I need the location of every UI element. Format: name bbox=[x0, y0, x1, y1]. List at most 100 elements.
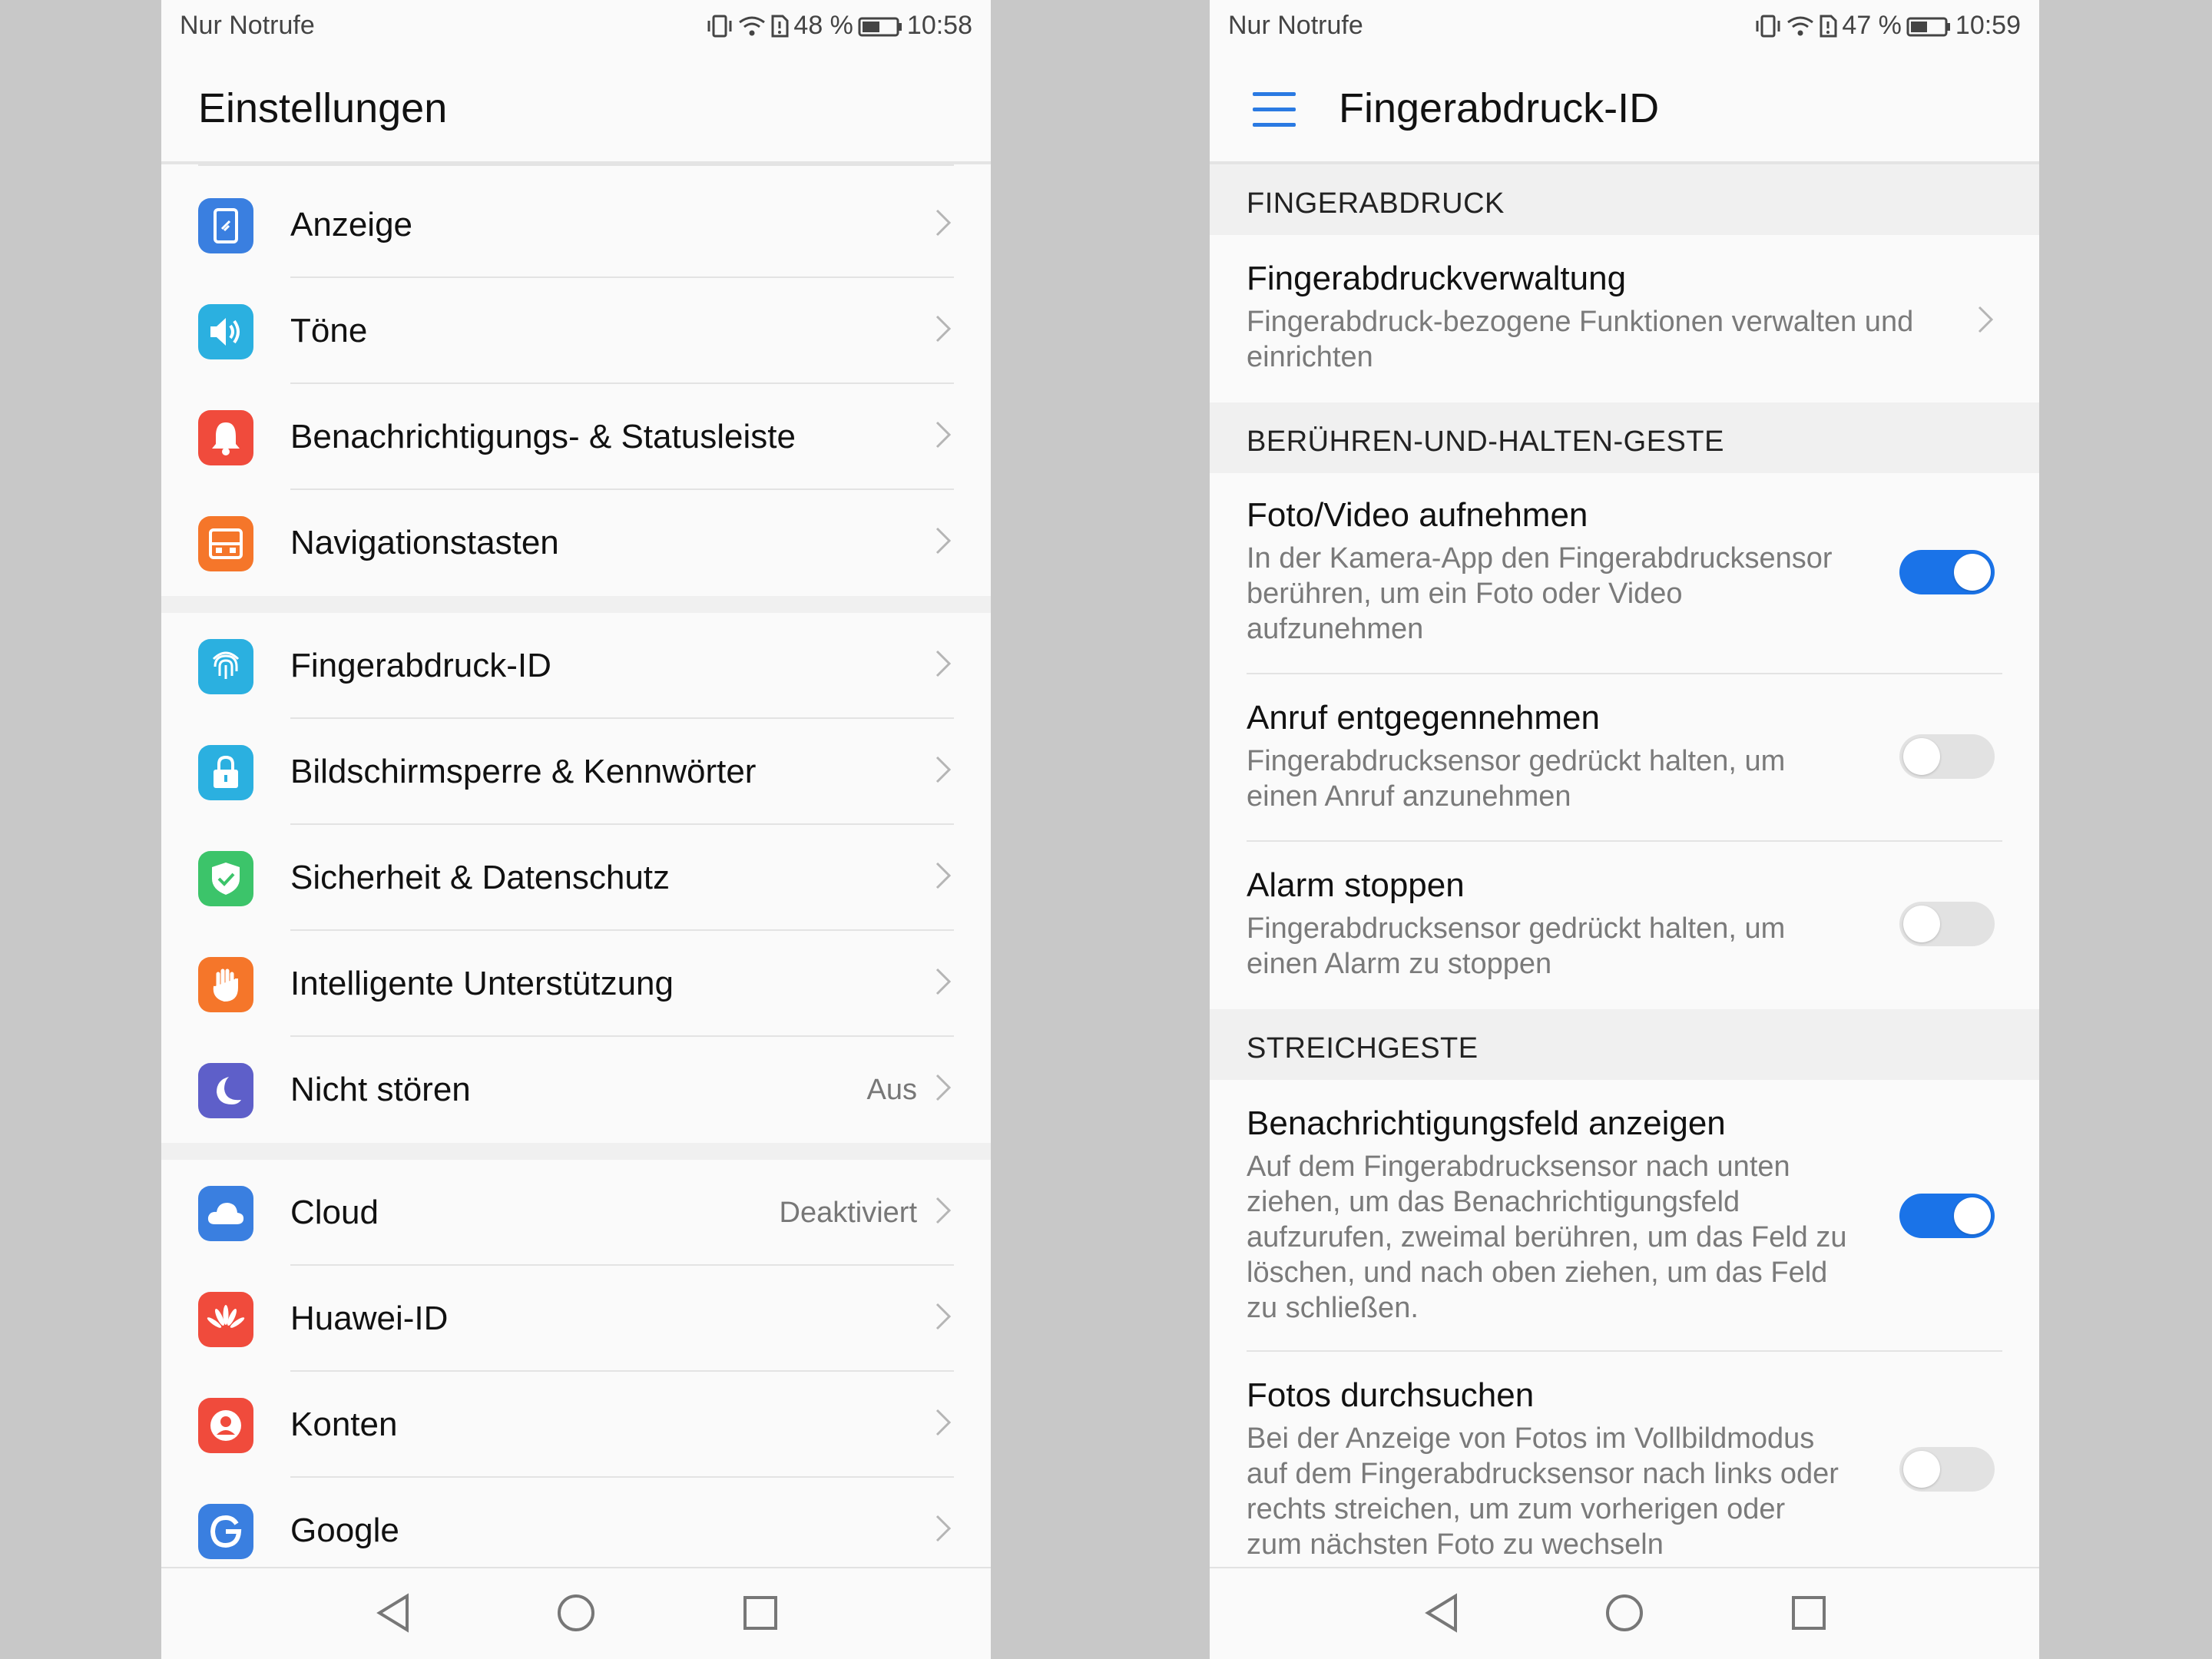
settings-row-unterstuetzung[interactable]: Intelligente Unterstützung bbox=[161, 931, 991, 1037]
chevron-right-icon bbox=[935, 756, 952, 783]
settings-row-fingerabdruck[interactable]: Fingerabdruck-ID bbox=[161, 613, 991, 719]
row-label: Cloud bbox=[290, 1194, 379, 1231]
item-fingerabdruckverwaltung[interactable]: Fingerabdruckverwaltung Fingerabdruck-be… bbox=[1210, 235, 2039, 402]
settings-group: Fingerabdruck-ID Bildschirmsperre & Kenn… bbox=[161, 613, 991, 1143]
clock-text: 10:59 bbox=[1955, 11, 2021, 40]
chevron-right-icon bbox=[935, 862, 952, 889]
item-description: berühren, um ein Foto oder Video bbox=[1247, 578, 1683, 610]
battery-icon bbox=[1906, 17, 1950, 36]
wifi-icon bbox=[1787, 16, 1814, 35]
chevron-right-icon bbox=[935, 1409, 952, 1436]
item-benachrichtigungsfeld[interactable]: Benachrichtigungsfeld anzeigen Auf dem F… bbox=[1210, 1080, 2039, 1352]
carrier-text: Nur Notrufe bbox=[1228, 11, 1363, 40]
menu-icon[interactable] bbox=[1253, 92, 1296, 127]
item-description: aufzurufen, zweimal berühren, um das Fel… bbox=[1247, 1221, 1847, 1253]
settings-list[interactable]: Anzeige Töne Benachrichtigungs- & Status… bbox=[161, 164, 991, 1584]
home-icon[interactable] bbox=[555, 1591, 598, 1634]
app-header: Fingerabdruck-ID bbox=[1210, 54, 2039, 164]
item-description: löschen, und nach oben ziehen, um das Fe… bbox=[1247, 1257, 1828, 1289]
display-icon bbox=[198, 198, 253, 253]
item-description: Fingerabdrucksensor gedrückt halten, um bbox=[1247, 745, 1786, 777]
section-header: FINGERABDRUCK bbox=[1210, 164, 2039, 235]
item-title: Anruf entgegennehmen bbox=[1247, 699, 1600, 737]
battery-icon bbox=[858, 17, 902, 36]
settings-row-konten[interactable]: Konten bbox=[161, 1372, 991, 1478]
hand-icon bbox=[198, 957, 253, 1012]
sim-alert-icon bbox=[1820, 15, 1837, 37]
toggle-knob bbox=[1954, 1197, 1991, 1234]
row-value: Aus bbox=[866, 1074, 917, 1106]
shield-icon bbox=[198, 851, 253, 906]
row-label: Sicherheit & Datenschutz bbox=[290, 859, 671, 896]
row-label: Fingerabdruck-ID bbox=[290, 647, 551, 684]
row-label: Nicht stören bbox=[290, 1071, 471, 1108]
item-anruf[interactable]: Anruf entgegennehmen Fingerabdrucksensor… bbox=[1210, 674, 2039, 842]
battery-percent: 48 % bbox=[793, 11, 853, 40]
item-title: Fingerabdruckverwaltung bbox=[1247, 260, 1627, 297]
account-icon bbox=[198, 1398, 253, 1453]
huawei-icon bbox=[198, 1292, 253, 1347]
item-description: Fingerabdrucksensor gedrückt halten, um bbox=[1247, 912, 1786, 945]
settings-group bbox=[198, 164, 954, 172]
section-header-text: STREICHGESTE bbox=[1247, 1032, 1479, 1065]
foto-video-toggle[interactable] bbox=[1899, 550, 1995, 594]
chevron-right-icon bbox=[935, 421, 952, 449]
settings-row-toene[interactable]: Töne bbox=[161, 278, 991, 384]
item-description: auf dem Fingerabdrucksensor nach links o… bbox=[1247, 1458, 1839, 1490]
fingerprint-settings-list[interactable]: FINGERABDRUCK Fingerabdruckverwaltung Fi… bbox=[1210, 164, 2039, 1567]
item-description: ziehen, um das Benachrichtigungsfeld bbox=[1247, 1186, 1740, 1218]
settings-row-sicherheit[interactable]: Sicherheit & Datenschutz bbox=[161, 825, 991, 931]
item-description: Auf dem Fingerabdrucksensor nach unten bbox=[1247, 1151, 1790, 1183]
navigation-bar bbox=[161, 1567, 991, 1659]
section-header-text: FINGERABDRUCK bbox=[1247, 187, 1505, 220]
carrier-text: Nur Notrufe bbox=[180, 11, 315, 40]
home-icon[interactable] bbox=[1603, 1591, 1646, 1634]
row-label: Huawei-ID bbox=[290, 1300, 449, 1337]
wifi-icon bbox=[739, 16, 766, 35]
row-label: Intelligente Unterstützung bbox=[290, 965, 674, 1002]
toggle-knob bbox=[1903, 738, 1940, 775]
back-icon[interactable] bbox=[373, 1591, 413, 1634]
vibrate-icon bbox=[707, 15, 732, 37]
row-label: Google bbox=[290, 1512, 399, 1549]
settings-row-anzeige[interactable]: Anzeige bbox=[161, 172, 991, 278]
settings-row-cloud[interactable]: Cloud Deaktiviert bbox=[161, 1160, 991, 1266]
item-description: Fingerabdruck-bezogene Funktionen verwal… bbox=[1247, 306, 1914, 338]
item-description: einrichten bbox=[1247, 341, 1373, 373]
section-header: STREICHGESTE bbox=[1210, 1009, 2039, 1080]
benachrichtigungsfeld-toggle[interactable] bbox=[1899, 1194, 1995, 1238]
settings-row-nicht-stoeren[interactable]: Nicht stören Aus bbox=[161, 1037, 991, 1143]
chevron-right-icon bbox=[1978, 306, 1994, 333]
item-fotos-durchsuchen[interactable]: Fotos durchsuchen Bei der Anzeige von Fo… bbox=[1210, 1352, 2039, 1567]
settings-row-benachrichtigungen[interactable]: Benachrichtigungs- & Statusleiste bbox=[161, 384, 991, 490]
cloud-icon bbox=[198, 1186, 253, 1241]
item-foto-video[interactable]: Foto/Video aufnehmen In der Kamera-App d… bbox=[1210, 473, 2039, 674]
settings-row-huawei-id[interactable]: Huawei-ID bbox=[161, 1266, 991, 1372]
anruf-toggle[interactable] bbox=[1899, 734, 1995, 779]
item-title: Fotos durchsuchen bbox=[1247, 1376, 1535, 1414]
section-header: BERÜHREN-UND-HALTEN-GESTE bbox=[1210, 402, 2039, 473]
recents-icon[interactable] bbox=[740, 1591, 780, 1634]
fingerprint-icon bbox=[198, 639, 253, 694]
vibrate-icon bbox=[1756, 15, 1780, 37]
chevron-right-icon bbox=[935, 315, 952, 343]
settings-row-navigationstasten[interactable]: Navigationstasten bbox=[161, 490, 991, 596]
settings-row-bildschirmsperre[interactable]: Bildschirmsperre & Kennwörter bbox=[161, 719, 991, 825]
status-bar: Nur Notrufe 48 % 10:58 bbox=[161, 0, 991, 54]
item-alarm[interactable]: Alarm stoppen Fingerabdrucksensor gedrüc… bbox=[1210, 842, 2039, 1009]
fotos-durchsuchen-toggle[interactable] bbox=[1899, 1447, 1995, 1492]
row-label: Konten bbox=[290, 1406, 398, 1443]
row-label: Navigationstasten bbox=[290, 524, 559, 561]
alarm-toggle[interactable] bbox=[1899, 902, 1995, 946]
recents-icon[interactable] bbox=[1789, 1591, 1829, 1634]
chevron-right-icon bbox=[935, 1074, 952, 1101]
row-label: Töne bbox=[290, 312, 368, 349]
back-icon[interactable] bbox=[1422, 1591, 1462, 1634]
clock-text: 10:58 bbox=[906, 11, 972, 40]
item-description: aufzunehmen bbox=[1247, 613, 1424, 645]
navigation-keys-icon bbox=[198, 516, 253, 571]
lock-icon bbox=[198, 745, 253, 800]
item-description: zum nächsten Foto zu wechseln bbox=[1247, 1528, 1664, 1561]
item-description: In der Kamera-App den Fingerabdrucksenso… bbox=[1247, 542, 1833, 575]
chevron-right-icon bbox=[935, 1515, 952, 1542]
